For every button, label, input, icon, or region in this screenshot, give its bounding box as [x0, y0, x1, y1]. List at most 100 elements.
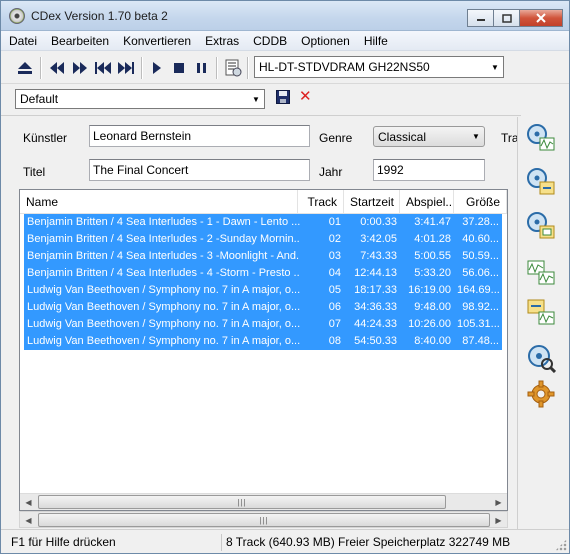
track-number-cell: 03 [300, 248, 344, 265]
album-title-input[interactable]: The Final Concert [89, 159, 310, 181]
track-size-cell: 164.69... [454, 282, 502, 299]
minimize-icon [476, 19, 485, 21]
menu-konvertieren[interactable]: Konvertieren [123, 34, 191, 48]
table-row[interactable]: Ludwig Van Beethoven / Symphony no. 7 in… [24, 299, 502, 316]
toolbar-separator [141, 57, 143, 79]
scroll-right-icon[interactable]: ▶ [490, 512, 507, 528]
rip-to-wav-button[interactable] [526, 123, 556, 153]
cdex-app-icon[interactable] [9, 8, 25, 24]
table-row[interactable]: Ludwig Van Beethoven / Symphony no. 7 in… [24, 316, 502, 333]
scroll-left-icon[interactable]: ◀ [20, 494, 37, 510]
scroll-right-icon[interactable]: ▶ [490, 494, 507, 510]
track-size-cell: 50.59... [454, 248, 502, 265]
table-row[interactable]: Benjamin Britten / 4 Sea Interludes - 1 … [24, 214, 502, 231]
pause-button[interactable] [192, 58, 212, 78]
skip-forward-button[interactable] [116, 58, 136, 78]
title-label: Titel [23, 165, 46, 179]
table-row[interactable]: Benjamin Britten / 4 Sea Interludes - 3 … [24, 248, 502, 265]
profile-select[interactable]: Default ▼ [15, 89, 265, 109]
rip-to-wav-icon [527, 124, 555, 151]
year-input[interactable]: 1992 [373, 159, 485, 181]
track-number-cell: 06 [300, 299, 344, 316]
maximize-icon [501, 13, 512, 23]
settings-button[interactable] [526, 379, 556, 409]
close-icon [536, 13, 546, 23]
convert-wav-icon [527, 260, 555, 285]
play-icon [153, 62, 161, 74]
menu-extras[interactable]: Extras [205, 34, 239, 48]
genre-value: Classical [378, 130, 427, 144]
chevron-down-icon[interactable]: ▼ [248, 90, 264, 108]
save-profile-icon[interactable] [276, 90, 290, 104]
delete-profile-icon[interactable]: ✕ [299, 87, 312, 105]
track-name-cell: Ludwig Van Beethoven / Symphony no. 7 in… [24, 299, 300, 316]
artist-input[interactable]: Leonard Bernstein [89, 125, 310, 147]
app-window: CDex Version 1.70 beta 2 Datei Bearbeite… [0, 0, 570, 554]
toolbar-separator [247, 57, 249, 79]
cd-info-button[interactable] [223, 58, 243, 78]
resize-grip[interactable] [555, 539, 567, 551]
table-row[interactable]: Ludwig Van Beethoven / Symphony no. 7 in… [24, 282, 502, 299]
track-start-cell: 3:42.05 [344, 231, 400, 248]
rip-partial-button[interactable] [526, 211, 556, 241]
minimize-button[interactable] [467, 9, 494, 27]
eject-button[interactable] [15, 58, 35, 78]
status-summary: 8 Track (640.93 MB) Freier Speicherplatz… [221, 534, 514, 551]
track-start-cell: 7:43.33 [344, 248, 400, 265]
toolbar-divider [1, 115, 521, 116]
track-size-cell: 105.31... [454, 316, 502, 333]
playlist-button[interactable] [526, 343, 557, 374]
column-header-playtime[interactable]: Abspiel... [400, 190, 454, 214]
column-header-size[interactable]: Größe [454, 190, 507, 214]
play-button[interactable] [147, 58, 167, 78]
table-row[interactable]: Benjamin Britten / 4 Sea Interludes - 4 … [24, 265, 502, 282]
track-label-partial: Tra [501, 131, 519, 145]
skip-back-button[interactable] [93, 58, 113, 78]
rewind-icon [50, 62, 64, 74]
track-number-cell: 08 [300, 333, 344, 350]
rip-to-compressed-button[interactable] [526, 167, 556, 197]
track-name-cell: Benjamin Britten / 4 Sea Interludes - 3 … [24, 248, 300, 265]
column-header-name[interactable]: Name [20, 190, 298, 214]
pause-icon [197, 63, 206, 73]
convert-wav-button[interactable] [526, 257, 556, 287]
track-start-cell: 0:00.33 [344, 214, 400, 231]
menu-cddb[interactable]: CDDB [253, 34, 287, 48]
stop-button[interactable] [169, 58, 189, 78]
track-size-cell: 56.06... [454, 265, 502, 282]
scroll-left-icon[interactable]: ◀ [20, 512, 37, 528]
profile-value: Default [20, 92, 59, 106]
scroll-thumb[interactable]: ||| [38, 513, 490, 527]
skip-back-icon [95, 62, 111, 74]
status-help-text: F1 für Hilfe drücken [11, 535, 116, 549]
scroll-thumb[interactable]: ||| [38, 495, 446, 509]
fast-forward-button[interactable] [70, 58, 90, 78]
chevron-down-icon[interactable]: ▼ [468, 127, 484, 146]
cd-drive-select[interactable]: HL-DT-STDVDRAM GH22NS50 ▼ [254, 56, 504, 78]
menu-datei[interactable]: Datei [9, 34, 37, 48]
menu-hilfe[interactable]: Hilfe [364, 34, 388, 48]
title-bar: CDex Version 1.70 beta 2 [1, 1, 569, 31]
track-list-hscroll[interactable]: ◀ ||| ▶ [20, 493, 507, 510]
track-name-cell: Ludwig Van Beethoven / Symphony no. 7 in… [24, 282, 300, 299]
genre-select[interactable]: Classical ▼ [373, 126, 485, 147]
track-playtime-cell: 16:19.00 [400, 282, 454, 299]
track-name-cell: Benjamin Britten / 4 Sea Interludes - 4 … [24, 265, 300, 282]
window-hscroll[interactable]: ◀ ||| ▶ [19, 511, 508, 528]
column-header-track[interactable]: Track [298, 190, 344, 214]
table-row[interactable]: Ludwig Van Beethoven / Symphony no. 7 in… [24, 333, 502, 350]
window-controls [467, 9, 563, 27]
chevron-down-icon[interactable]: ▼ [487, 57, 503, 77]
table-row[interactable]: Benjamin Britten / 4 Sea Interludes - 2 … [24, 231, 502, 248]
close-button[interactable] [519, 9, 563, 27]
stop-icon [174, 63, 184, 73]
column-header-start[interactable]: Startzeit [344, 190, 400, 214]
menu-optionen[interactable]: Optionen [301, 34, 350, 48]
track-list[interactable]: Name Track Startzeit Abspiel... Größe Be… [19, 189, 508, 511]
artist-label: Künstler [23, 131, 68, 145]
menu-bearbeiten[interactable]: Bearbeiten [51, 34, 109, 48]
rewind-button[interactable] [47, 58, 67, 78]
convert-compressed-button[interactable] [526, 297, 556, 327]
maximize-button[interactable] [493, 9, 520, 27]
track-playtime-cell: 5:00.55 [400, 248, 454, 265]
